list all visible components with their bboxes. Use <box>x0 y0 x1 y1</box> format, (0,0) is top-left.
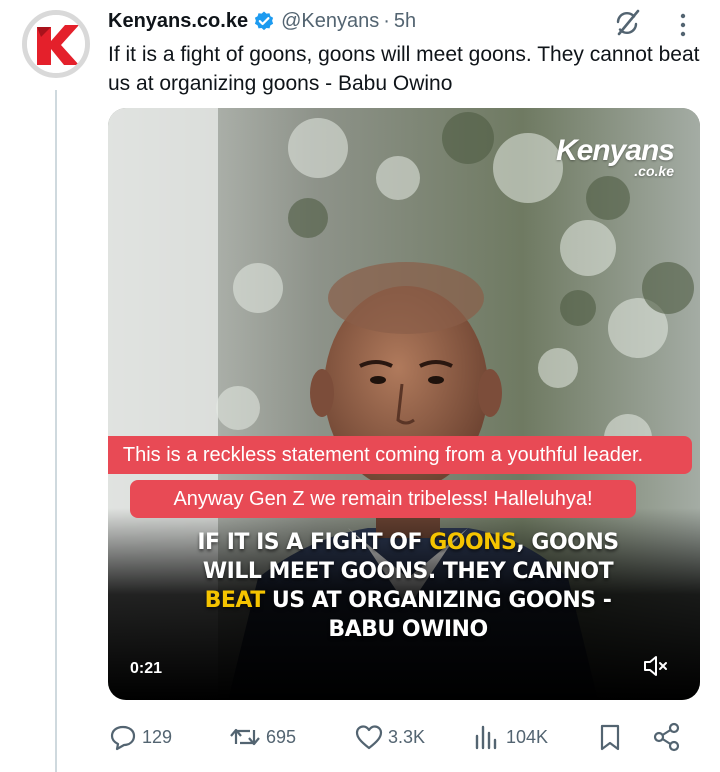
reply-count: 129 <box>142 726 173 747</box>
separator-dot: · <box>383 9 390 32</box>
caption-line1: IF IT IS A FIGHT OF GOONS, GOONS <box>178 528 638 557</box>
mute-icon[interactable] <box>642 653 670 684</box>
caption-line4: BABU OWINO <box>328 617 488 642</box>
bookmark-button[interactable] <box>596 720 624 754</box>
caption-highlight: GOONS <box>429 530 517 555</box>
like-button[interactable]: 3.3K <box>354 720 425 754</box>
kenyans-watermark: Kenyans .co.ke <box>555 134 675 179</box>
caption-text: IF IT IS A FIGHT OF <box>197 530 430 555</box>
bookmark-icon <box>600 724 620 751</box>
repost-count: 695 <box>266 726 297 747</box>
views-icon <box>475 725 497 750</box>
repost-icon <box>230 728 260 746</box>
views-count: 104K <box>506 726 549 747</box>
more-icon[interactable] <box>678 12 688 43</box>
views-button[interactable]: 104K <box>472 720 548 754</box>
overlay-note-line1: This is a reckless statement coming from… <box>108 436 692 474</box>
caption-line2: WILL MEET GOONS. THEY CANNOT <box>202 559 614 584</box>
share-button[interactable] <box>652 720 682 754</box>
video-player[interactable]: Kenyans .co.ke This is a reckless statem… <box>108 108 700 700</box>
action-bar: 129 695 3.3K 104K <box>108 720 700 754</box>
timestamp[interactable]: 5h <box>394 10 416 33</box>
tweet-header: Kenyans.co.ke @Kenyans · 5h <box>108 8 416 34</box>
author-name[interactable]: Kenyans.co.ke <box>108 10 248 33</box>
verified-badge-icon <box>253 10 275 32</box>
kenyans-logo-icon <box>27 15 85 73</box>
caption-highlight: BEAT <box>204 588 266 613</box>
avatar[interactable] <box>22 10 90 78</box>
share-icon <box>653 722 680 752</box>
overlay-note-line2: Anyway Gen Z we remain tribeless! Hallel… <box>130 480 636 518</box>
like-icon <box>355 725 383 750</box>
like-count: 3.3K <box>388 726 426 747</box>
video-caption: IF IT IS A FIGHT OF GOONS, GOONS WILL ME… <box>178 528 638 644</box>
author-handle[interactable]: @Kenyans <box>281 10 379 33</box>
caption-line3: BEAT US AT ORGANIZING GOONS - <box>178 586 638 615</box>
video-duration: 0:21 <box>130 660 163 677</box>
thread-line <box>55 90 57 772</box>
reply-button[interactable]: 129 <box>108 720 172 754</box>
tweet-text: If it is a fight of goons, goons will me… <box>108 43 700 95</box>
watermark-line1: Kenyans <box>555 134 675 167</box>
caption-text: US AT ORGANIZING GOONS - <box>264 588 612 613</box>
repost-button[interactable]: 695 <box>228 720 296 754</box>
reply-icon <box>110 725 136 751</box>
caption-text: , GOONS <box>516 530 619 555</box>
